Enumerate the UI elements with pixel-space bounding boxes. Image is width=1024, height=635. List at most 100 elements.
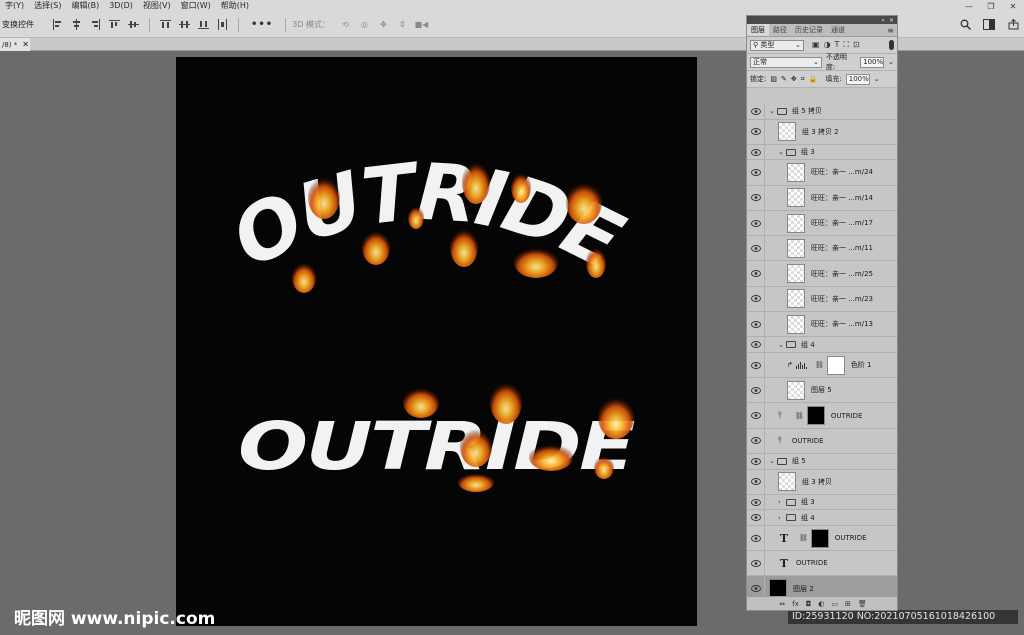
menu-item-help[interactable]: 帮助(H): [216, 0, 254, 12]
layer-name[interactable]: 组 5: [792, 456, 806, 466]
visibility-eye-icon[interactable]: [747, 210, 765, 236]
menu-item-view[interactable]: 视图(V): [138, 0, 176, 12]
layer-row[interactable]: 旺旺：亲一 ...m/23: [747, 286, 897, 313]
tab-history[interactable]: 历史记录: [791, 24, 827, 36]
align-middle-icon[interactable]: [127, 18, 140, 31]
distribute-top-icon[interactable]: [159, 18, 172, 31]
visibility-eye-icon[interactable]: [747, 312, 765, 337]
visibility-eye-icon[interactable]: [747, 185, 765, 210]
visibility-eye-icon[interactable]: [747, 236, 765, 261]
lock-all-icon[interactable]: 🔒: [809, 75, 818, 83]
link-icon[interactable]: ⛓: [795, 412, 804, 420]
layer-row[interactable]: ↱ ⛓ 色阶 1: [747, 352, 897, 379]
panel-close-icon[interactable]: ✕: [889, 17, 894, 24]
visibility-eye-icon[interactable]: [747, 428, 765, 454]
workspace-icon[interactable]: [982, 17, 996, 31]
layer-name[interactable]: 组 5 拷贝: [792, 106, 822, 116]
trash-icon[interactable]: 🗑: [858, 600, 867, 608]
lock-paint-icon[interactable]: ✎: [781, 75, 787, 83]
minimize-icon[interactable]: —: [958, 0, 980, 12]
document-tab[interactable]: /8) * ✕: [0, 38, 30, 51]
filter-pixel-icon[interactable]: ▣: [812, 40, 820, 50]
layer-group-row[interactable]: ⌄ 组 4: [747, 337, 897, 353]
layer-mask-thumbnail[interactable]: [810, 528, 829, 548]
layer-name[interactable]: 图层 5: [811, 385, 832, 395]
layer-row[interactable]: 旺旺：亲一 ...m/24: [747, 160, 897, 186]
menu-item-window[interactable]: 窗口(W): [176, 0, 216, 12]
3d-scale-icon[interactable]: ■◀: [415, 18, 429, 31]
distribute-bottom-icon[interactable]: [197, 18, 210, 31]
visibility-eye-icon[interactable]: [747, 510, 765, 525]
layer-group-row[interactable]: › 组 4: [747, 510, 897, 526]
layer-row[interactable]: T ⛓ OUTRIDE: [747, 525, 897, 552]
layer-row[interactable]: 旺旺：亲一 ...m/13: [747, 312, 897, 338]
layer-row[interactable]: 图层 5: [747, 378, 897, 404]
link-icon[interactable]: ⇔: [779, 600, 785, 608]
filter-smart-icon[interactable]: ⊡: [853, 40, 860, 50]
opacity-input[interactable]: 100%: [860, 56, 885, 68]
layer-name[interactable]: OUTRIDE: [835, 534, 867, 542]
visibility-eye-icon[interactable]: [747, 104, 765, 119]
layer-name[interactable]: 组 3 拷贝: [802, 477, 832, 487]
lock-artboard-icon[interactable]: ⌗: [801, 75, 805, 84]
menu-item-select[interactable]: 选择(S): [29, 0, 66, 12]
share-icon[interactable]: [1006, 17, 1020, 31]
lock-move-icon[interactable]: ✥: [791, 75, 797, 83]
visibility-eye-icon[interactable]: [747, 119, 765, 144]
chevron-down-icon[interactable]: ⌄: [778, 341, 786, 349]
layer-name[interactable]: 组 3: [801, 147, 815, 157]
close-tab-icon[interactable]: ✕: [22, 40, 29, 49]
menu-item-type[interactable]: 字(Y): [0, 0, 29, 12]
layer-group-row[interactable]: ⌄ 组 3: [747, 144, 897, 161]
tab-layers[interactable]: 图层: [747, 24, 769, 36]
chevron-down-icon[interactable]: ⌄: [769, 457, 777, 465]
visibility-eye-icon[interactable]: [747, 144, 765, 160]
visibility-eye-icon[interactable]: [747, 525, 765, 551]
visibility-eye-icon[interactable]: [747, 403, 765, 428]
layer-name[interactable]: 旺旺：亲一 ...m/11: [811, 243, 873, 253]
layer-name[interactable]: 旺旺：亲一 ...m/13: [811, 319, 873, 329]
distribute-horizontal-icon[interactable]: [216, 18, 229, 31]
more-options-icon[interactable]: •••: [251, 19, 273, 30]
layer-name[interactable]: 组 3 拷贝 2: [802, 127, 839, 137]
document-canvas[interactable]: OUTRIDE OUTRIDE: [176, 57, 697, 626]
search-icon[interactable]: [958, 17, 972, 31]
filter-adjust-icon[interactable]: ◑: [824, 40, 831, 50]
restore-icon[interactable]: ❐: [980, 0, 1002, 12]
visibility-eye-icon[interactable]: [747, 378, 765, 403]
layer-row[interactable]: T OUTRIDE: [747, 551, 897, 577]
chevron-right-icon[interactable]: ›: [778, 514, 786, 522]
link-icon[interactable]: ⛓: [815, 361, 824, 369]
filter-type-select[interactable]: ⚲ 类型 ⌄: [750, 39, 804, 51]
new-layer-icon[interactable]: ⊞: [845, 600, 851, 608]
folder-icon[interactable]: ▭: [831, 600, 838, 608]
layer-name[interactable]: OUTRIDE: [792, 437, 824, 445]
layer-name[interactable]: 组 4: [801, 513, 815, 523]
layer-row[interactable]: 组 3 拷贝 2: [747, 119, 897, 145]
visibility-eye-icon[interactable]: [747, 337, 765, 352]
close-icon[interactable]: ✕: [1002, 0, 1024, 12]
3d-slide-icon[interactable]: ⇕: [396, 18, 409, 31]
visibility-eye-icon[interactable]: [747, 469, 765, 494]
distribute-vcenter-icon[interactable]: [178, 18, 191, 31]
panel-menu-icon[interactable]: ≡: [887, 26, 894, 35]
layer-name[interactable]: 色阶 1: [851, 360, 872, 370]
filter-toggle[interactable]: [889, 40, 894, 50]
layer-group-row[interactable]: ⌄ 组 5: [747, 454, 897, 470]
blend-mode-select[interactable]: 正常 ⌄: [750, 56, 822, 68]
chevron-down-icon[interactable]: ⌄: [874, 75, 880, 83]
transform-controls-label[interactable]: 变换控件: [0, 19, 34, 30]
mask-icon[interactable]: ◘: [806, 600, 812, 608]
layer-row[interactable]: 旺旺：亲一 ...m/17: [747, 210, 897, 237]
layer-row[interactable]: ⫯ ⛓ OUTRIDE: [747, 403, 897, 429]
layer-name[interactable]: 图层 2: [793, 584, 814, 594]
lock-transparent-icon[interactable]: ▨: [770, 75, 777, 83]
layer-row[interactable]: ⫯ OUTRIDE: [747, 428, 897, 455]
layer-mask-thumbnail[interactable]: [826, 355, 845, 375]
visibility-eye-icon[interactable]: [747, 160, 765, 185]
chevron-down-icon[interactable]: ⌄: [888, 58, 894, 66]
layer-name[interactable]: OUTRIDE: [796, 559, 828, 567]
chevron-down-icon[interactable]: ⌄: [769, 107, 777, 115]
visibility-eye-icon[interactable]: [747, 551, 765, 576]
align-center-h-icon[interactable]: [70, 18, 83, 31]
